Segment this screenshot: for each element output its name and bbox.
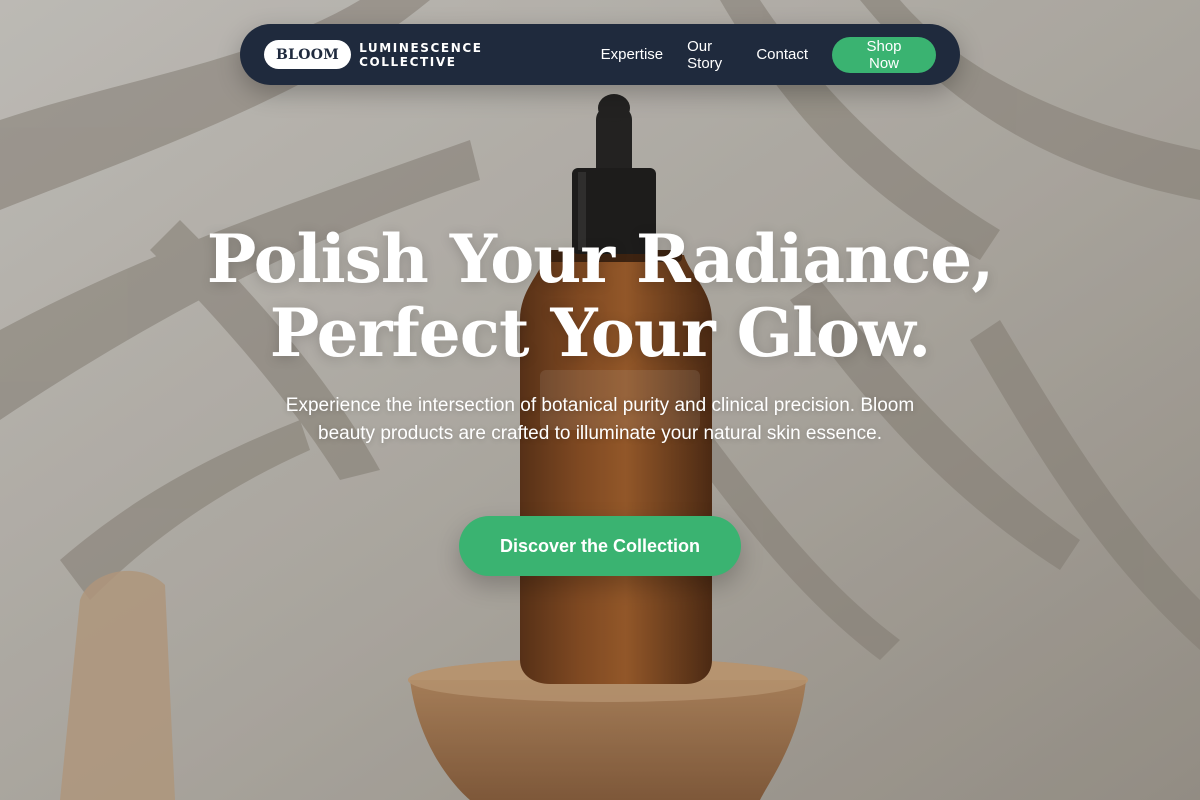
hero-subtext: Experience the intersection of botanical… bbox=[285, 395, 915, 444]
hero-headline: Polish Your Radiance, Perfect Your Glow. bbox=[0, 222, 1200, 370]
nav-link-our-story[interactable]: Our Story bbox=[687, 38, 732, 72]
nav-links: Expertise Our Story Contact bbox=[601, 38, 832, 72]
hero-headline-line-2: Perfect Your Glow. bbox=[269, 294, 931, 372]
brand-name: LUMINESCENCE COLLECTIVE bbox=[359, 40, 483, 69]
discover-collection-button[interactable]: Discover the Collection bbox=[459, 516, 741, 576]
shop-now-button[interactable]: Shop Now bbox=[832, 36, 936, 73]
brand-logo[interactable]: BLOOM bbox=[264, 40, 352, 69]
nav-link-expertise[interactable]: Expertise bbox=[601, 46, 664, 63]
hero-headline-line-1: Polish Your Radiance, bbox=[206, 220, 995, 298]
top-navigation: BLOOM LUMINESCENCE COLLECTIVE Expertise … bbox=[240, 24, 960, 85]
nav-link-contact[interactable]: Contact bbox=[756, 46, 808, 63]
